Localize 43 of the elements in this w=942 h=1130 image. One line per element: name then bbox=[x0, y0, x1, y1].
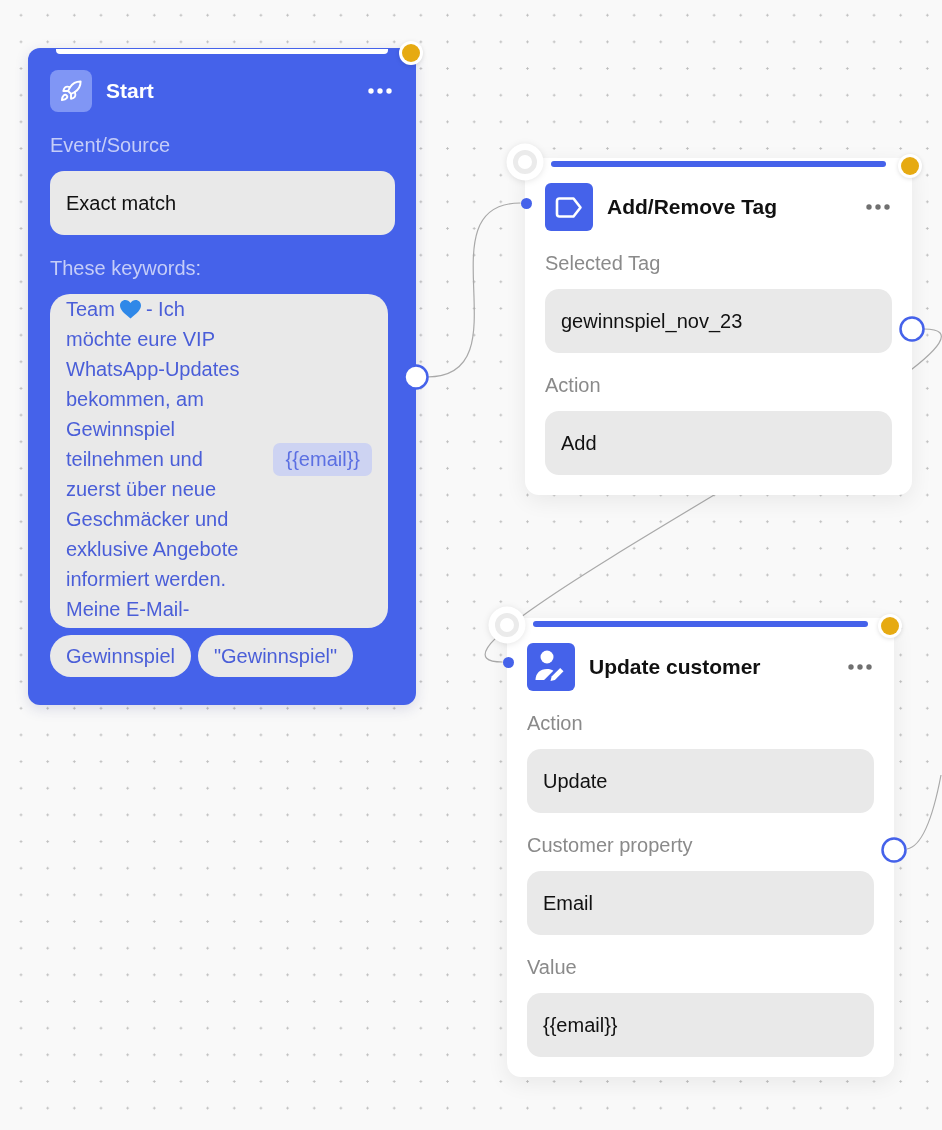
status-dot bbox=[898, 154, 922, 178]
status-dot bbox=[878, 614, 902, 638]
keyword-text: Team bbox=[66, 297, 115, 322]
output-handle[interactable] bbox=[899, 316, 925, 342]
more-options-icon[interactable] bbox=[866, 204, 890, 210]
input-field[interactable]: Exact match bbox=[50, 171, 395, 235]
input-field[interactable]: Add bbox=[545, 411, 892, 475]
connection-dot bbox=[520, 197, 532, 209]
connection-dot bbox=[502, 656, 514, 668]
input-field[interactable]: {{email}} bbox=[527, 993, 874, 1057]
field-label: Action bbox=[527, 711, 583, 735]
node-title: Update customer bbox=[589, 655, 761, 679]
keyword-text: - Ich bbox=[145, 297, 185, 322]
field-label: Action bbox=[545, 373, 601, 397]
more-options-icon[interactable] bbox=[368, 88, 392, 94]
user-edit-icon bbox=[527, 643, 575, 691]
input-field[interactable]: Update bbox=[527, 749, 874, 813]
input-field[interactable]: Email bbox=[527, 871, 874, 935]
output-handle[interactable] bbox=[403, 364, 429, 390]
keyword-text: möchte eure VIP WhatsApp-Updates bekommen, am Gewinnspiel teilnehmen und zuerst über neue Geschmäcker und exklusive Angebote informiert werden. Meine E-Mail- bbox=[66, 327, 241, 622]
node-card[interactable] bbox=[28, 48, 416, 705]
field-label: Customer property bbox=[527, 833, 693, 857]
tag-icon bbox=[545, 183, 593, 231]
node-title: Add/Remove Tag bbox=[607, 195, 777, 219]
keyword-chip[interactable]: Gewinnspiel bbox=[50, 635, 191, 677]
input-field[interactable]: gewinnspiel_nov_23 bbox=[545, 289, 892, 353]
rocket-icon bbox=[50, 70, 92, 112]
input-handle[interactable] bbox=[488, 606, 526, 644]
field-label: Selected Tag bbox=[545, 251, 661, 275]
node-card[interactable]: Add/Remove Tag Selected Tag gewinnspiel_nov_23 Action Add bbox=[525, 158, 912, 495]
status-dot bbox=[399, 41, 423, 65]
output-handle[interactable] bbox=[881, 837, 907, 863]
more-options-icon[interactable] bbox=[848, 664, 872, 670]
field-label: These keywords: bbox=[50, 256, 202, 280]
field-label: Event/Source bbox=[50, 133, 171, 157]
variable-chip: {{email}} bbox=[273, 442, 372, 476]
node-card[interactable]: Update customer Action Update Customer property Email Value {{email}} bbox=[507, 618, 894, 1077]
input-handle[interactable] bbox=[506, 143, 544, 181]
field-label: Value bbox=[527, 955, 577, 979]
keyword-chip[interactable]: "Gewinnspiel" bbox=[197, 635, 354, 677]
keywords-field[interactable]: Team - Ich möchte eure VIP WhatsApp-Updates bekommen, am Gewinnspiel teilnehmen und zuerst über neue Geschmäcker und exklusive Angebote informiert werden. Meine E-Mail- {{email}} bbox=[50, 294, 388, 628]
node-title: Start bbox=[106, 79, 154, 103]
heart-icon bbox=[119, 299, 141, 319]
